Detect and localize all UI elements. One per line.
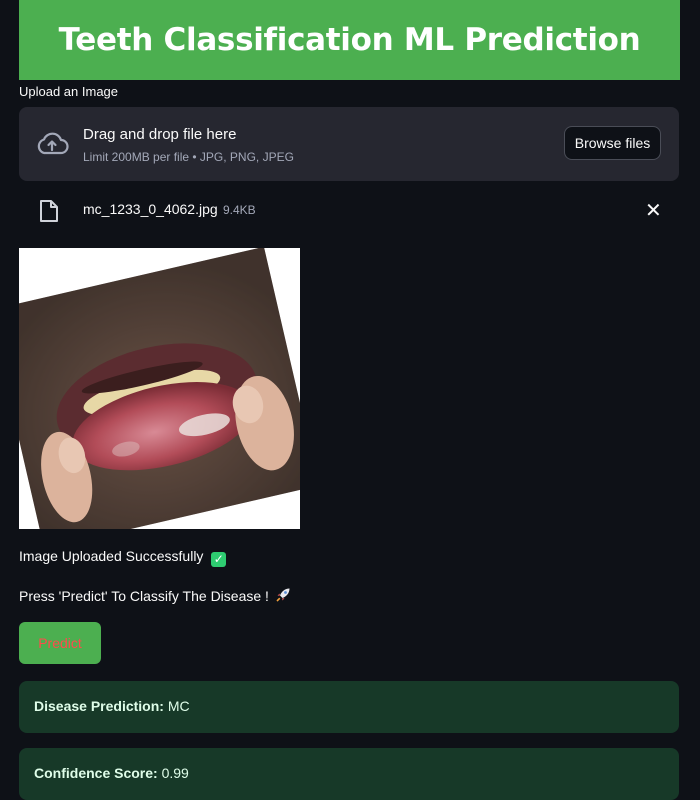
upload-label: Upload an Image [19, 84, 119, 99]
file-name: mc_1233_0_4062.jpg [83, 201, 218, 217]
mouth-lesion-photo [19, 248, 300, 529]
page-title: Teeth Classification ML Prediction [58, 22, 641, 58]
cloud-upload-icon [37, 132, 69, 155]
confidence-score-label: Confidence Score: [34, 765, 158, 781]
upload-success-message: Image Uploaded Successfully ✓ [19, 548, 227, 567]
disease-prediction-label: Disease Prediction: [34, 698, 164, 714]
browse-files-button[interactable]: Browse files [564, 126, 661, 160]
file-dropzone[interactable]: Drag and drop file here Limit 200MB per … [19, 107, 679, 181]
dropzone-title: Drag and drop file here [83, 126, 237, 143]
close-icon[interactable]: ✕ [645, 201, 662, 221]
app-header: Teeth Classification ML Prediction [19, 0, 680, 80]
predict-instruction-text: Press 'Predict' To Classify The Disease … [19, 588, 269, 604]
file-size: 9.4KB [223, 203, 256, 217]
disease-prediction-box: Disease Prediction: MC [19, 681, 679, 733]
uploaded-image [19, 248, 300, 529]
confidence-score-box: Confidence Score: 0.99 [19, 748, 679, 800]
dropzone-subtitle: Limit 200MB per file • JPG, PNG, JPEG [83, 150, 294, 164]
rocket-icon [276, 588, 290, 602]
disease-prediction-value: MC [167, 698, 190, 714]
confidence-score-value: 0.99 [161, 765, 189, 781]
predict-instruction: Press 'Predict' To Classify The Disease … [19, 587, 291, 604]
file-icon [40, 200, 58, 222]
predict-button[interactable]: Predict [19, 622, 101, 664]
uploaded-file-row: mc_1233_0_4062.jpg 9.4KB ✕ [19, 195, 679, 229]
check-mark-icon: ✓ [211, 552, 227, 567]
upload-success-text: Image Uploaded Successfully [19, 548, 204, 564]
